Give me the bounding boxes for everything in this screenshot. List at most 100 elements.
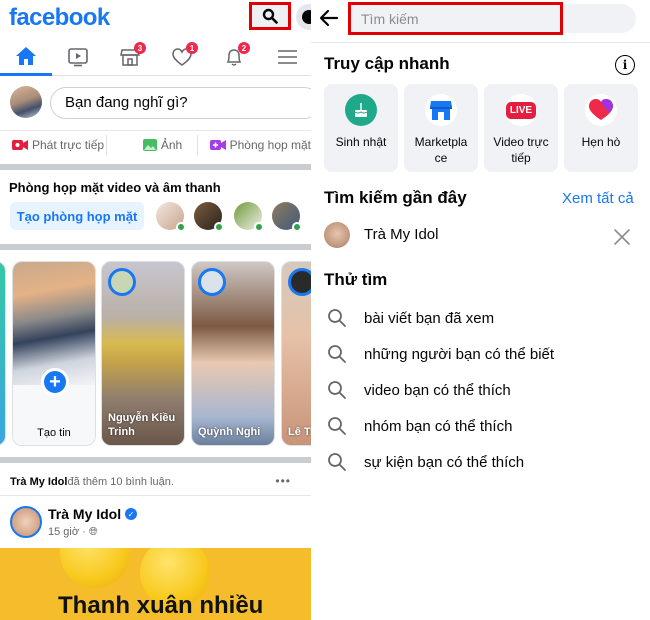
search-input[interactable] [351,5,560,32]
back-arrow-icon [319,9,339,27]
recent-search-item[interactable]: Trà My Idol [364,226,438,243]
notifications-badge: 2 [238,42,250,54]
back-button[interactable] [319,8,339,33]
room-camera-icon [209,139,226,150]
composer-input[interactable]: Bạn đang nghĩ gì? [50,87,311,119]
user-avatar[interactable] [10,86,42,118]
room-friend-avatar[interactable] [194,202,224,232]
room-label: Phòng họp mặt [229,137,311,152]
search-button[interactable] [249,2,291,30]
room-friend-avatar[interactable] [272,202,302,232]
search-icon [328,417,346,435]
story-name: Quỳnh Nghi [198,426,261,438]
suggestion-item[interactable]: bài viết bạn đã xem [324,305,644,331]
room-friend-avatar[interactable] [156,202,186,232]
quick-access-birthday[interactable]: Sinh nhật [324,84,398,172]
verified-badge-icon: ✓ [125,508,138,520]
quick-access-dating[interactable]: Hẹn hò [564,84,638,172]
marketplace-icon [425,94,457,126]
search-panel: Truy cập nhanh i Sinh nhật Marketplace L… [311,0,650,620]
live-camera-icon [12,139,28,150]
story-card-partial[interactable] [0,261,6,446]
online-indicator [292,222,302,232]
quick-access-label: Marketplace [414,135,468,165]
tab-notifications[interactable]: 2 [208,38,260,76]
quick-access-marketplace[interactable]: Marketplace [404,84,478,172]
suggestion-text: nhóm bạn có thể thích [364,417,513,435]
search-icon [328,345,346,363]
suggestion-text: sự kiện bạn có thể thích [364,453,525,471]
tab-home[interactable] [0,38,52,76]
birthday-cake-icon [345,94,377,126]
create-story-label: Tạo tin [37,427,71,439]
post-author-avatar[interactable] [10,506,42,538]
header-divider [311,42,650,43]
suggestion-text: video bạn có thể thích [364,381,511,399]
search-icon [328,309,346,327]
room-action[interactable]: Phòng họp mặt [198,131,311,159]
post-image[interactable]: Thanh xuân nhiều [0,548,311,620]
search-icon [328,381,346,399]
emoji-graphic [60,548,130,588]
composer-actions: Phát trực tiếp Ảnh Phòng họp mặt [0,130,311,158]
quick-access-label: Sinh nhật [335,135,387,149]
dating-heart-icon [585,94,617,126]
story-name: Lê Tr... Vũ [288,426,311,438]
suggestion-text: bài viết bạn đã xem [364,309,495,327]
post-composer: Bạn đang nghĩ gì? [0,84,311,124]
tab-dating[interactable]: 1 [156,38,208,76]
room-friend-avatar[interactable] [234,202,264,232]
quick-access-live-video[interactable]: LIVE Video trực tiếp [484,84,558,172]
facebook-home-panel: facebook 3 1 2 Bạn đang nghĩ gì? Phát tr… [0,0,311,620]
post-author-name[interactable]: Trà My Idol [48,506,121,522]
search-field[interactable] [348,2,563,35]
tab-watch[interactable] [52,38,104,76]
live-video-action[interactable]: Phát trực tiếp [0,131,106,159]
rooms-title: Phòng họp mặt video và âm thanh [9,180,221,195]
post-caption: Thanh xuân nhiều [58,592,264,619]
story-avatar [198,268,226,296]
suggestion-item[interactable]: những người bạn có thể biết [324,341,644,367]
remove-recent-button[interactable] [613,228,631,246]
story-avatar [108,268,136,296]
recent-searches-title: Tìm kiếm gần đây [324,188,467,207]
story-card[interactable]: Lê Tr... Vũ [281,261,311,446]
story-avatar [288,268,311,296]
story-card[interactable]: Nguyễn Kiều Trinh [101,261,185,446]
photo-label: Ảnh [160,137,183,152]
create-story-card[interactable]: + Tạo tin [12,261,96,446]
marketplace-badge: 3 [134,42,146,54]
story-card[interactable]: Quỳnh Nghi [191,261,275,446]
live-video-label: Phát trực tiếp [32,137,105,152]
online-indicator [176,222,186,232]
see-all-link[interactable]: Xem tất cả [562,190,634,207]
search-field-background [561,4,636,33]
messenger-button[interactable] [296,4,311,30]
facebook-logo[interactable]: facebook [9,4,110,32]
tab-menu[interactable] [260,38,311,76]
suggestion-item[interactable]: nhóm bạn có thể thích [324,413,644,439]
suggestion-item[interactable]: sự kiện bạn có thể thích [324,449,644,475]
tab-marketplace[interactable]: 3 [104,38,156,76]
activity-actor[interactable]: Trà My Idol [10,476,67,488]
section-divider [0,457,311,463]
activity-notice: Trà My Idol đã thêm 10 bình luận. [0,468,311,496]
recent-search-avatar[interactable] [324,222,350,248]
suggestion-item[interactable]: video bạn có thể thích [324,377,644,403]
photo-icon [142,138,157,151]
create-room-button[interactable]: Tạo phòng họp mặt [10,202,144,230]
section-divider [0,164,311,170]
more-options-button[interactable]: ••• [275,474,291,488]
close-icon [614,229,630,245]
search-icon [328,453,346,471]
search-icon [262,8,278,24]
quick-access-title: Truy cập nhanh [324,54,450,73]
info-icon[interactable]: i [615,55,635,75]
post-time: 15 giờ · [48,526,89,538]
live-badge: LIVE [505,101,537,119]
online-indicator [214,222,224,232]
photo-action[interactable]: Ảnh [107,131,197,159]
video-icon [68,48,88,67]
menu-icon [278,50,297,64]
suggestion-text: những người bạn có thể biết [364,345,555,363]
